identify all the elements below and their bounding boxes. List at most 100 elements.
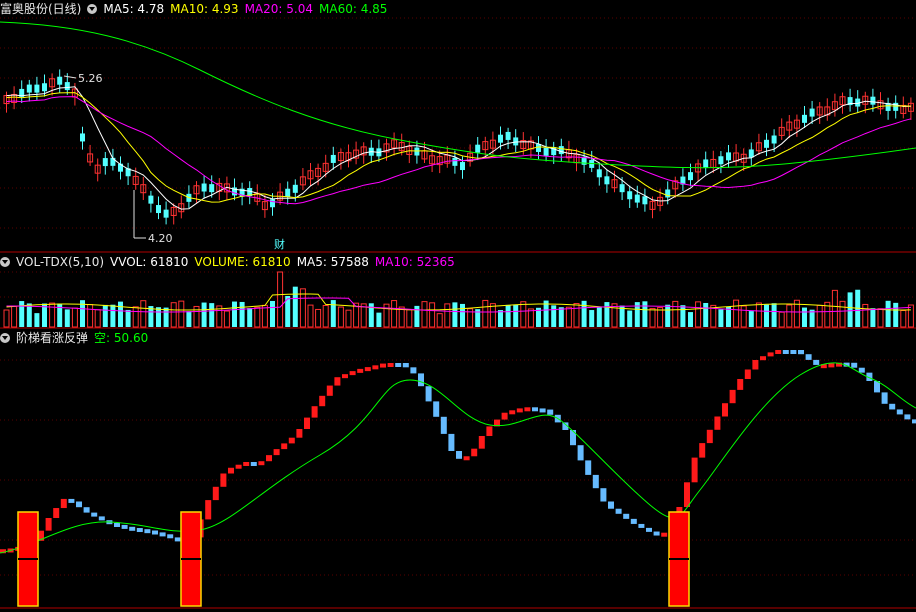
candle-down xyxy=(414,147,420,156)
volume-bar-down xyxy=(558,307,564,327)
candle-down xyxy=(80,133,85,142)
ma5-line xyxy=(6,86,911,210)
candle-down xyxy=(270,199,275,208)
candle-down xyxy=(163,209,169,218)
price-panel[interactable] xyxy=(0,21,916,239)
volume-bar-down xyxy=(239,301,245,327)
volume-bar-up xyxy=(831,289,838,328)
candle-down xyxy=(771,135,777,144)
volume-bar-up xyxy=(261,304,268,328)
volume-bar-down xyxy=(498,310,503,327)
ladder-step-up xyxy=(296,429,303,438)
volume-ma5: MA5: 57588 xyxy=(296,255,369,269)
volume-bar-up xyxy=(140,300,147,328)
ladder-step-up xyxy=(699,443,706,458)
ladder-step-up xyxy=(334,377,341,386)
volume-bar-up xyxy=(695,301,702,328)
candle-down xyxy=(475,144,481,153)
ladder-step-up xyxy=(714,416,721,430)
ladder-step-up xyxy=(828,363,835,368)
candle-down xyxy=(536,143,541,152)
volume-bar-up xyxy=(307,304,314,328)
candle-down xyxy=(596,169,602,178)
volume-bar-down xyxy=(232,301,237,327)
volume-bar-down xyxy=(680,305,686,327)
candle-down xyxy=(452,157,458,166)
ladder-step-down xyxy=(539,408,546,413)
volume-bar-up xyxy=(299,288,306,328)
ladder-title: 阶梯看涨反弹 xyxy=(16,331,89,345)
ladder-step-down xyxy=(577,445,584,461)
candle-down xyxy=(156,205,161,214)
volume-bar-up xyxy=(816,304,823,328)
ladder-step-up xyxy=(706,429,713,444)
volume-bar-up xyxy=(573,303,580,328)
dropdown-icon[interactable] xyxy=(87,4,98,14)
volume-bar-down xyxy=(19,301,25,327)
candle-down xyxy=(285,188,291,197)
volume-panel[interactable] xyxy=(3,271,914,328)
ladder-step-up xyxy=(212,486,219,501)
candle-down xyxy=(634,194,640,203)
ladder-step-down xyxy=(440,416,447,434)
ladder-step-up xyxy=(228,467,234,474)
ladder-step-down xyxy=(592,474,599,489)
dropdown-icon[interactable] xyxy=(0,333,10,343)
volume-bar-up xyxy=(345,309,352,328)
candle-down xyxy=(870,96,876,105)
volume-bar-down xyxy=(870,308,876,327)
ladder-step-down xyxy=(790,350,797,354)
volume-bar-down xyxy=(330,300,336,327)
grid-lines xyxy=(0,17,916,609)
volume-bar-up xyxy=(277,271,284,328)
volume-bar-down xyxy=(110,304,116,327)
volume-title: VOL-TDX(5,10) xyxy=(16,255,105,269)
ladder-step-up xyxy=(372,365,379,370)
ladder-header: 阶梯看涨反弹 空: 50.60 xyxy=(0,330,154,346)
ladder-step-down xyxy=(570,430,576,446)
candle-down xyxy=(764,139,769,148)
volume-bar-down xyxy=(452,302,458,327)
volume-bar-down xyxy=(718,309,724,327)
ladder-step-down xyxy=(418,373,424,387)
ladder-step-down xyxy=(805,354,812,360)
ladder-step-down xyxy=(896,409,903,415)
event-marker-label[interactable]: 财 xyxy=(274,237,285,251)
volume-bar-down xyxy=(885,300,891,327)
ladder-step-up xyxy=(53,508,60,518)
volume-bar-up xyxy=(254,306,261,328)
volume-bar-up xyxy=(406,309,413,328)
volume-bar-up xyxy=(755,302,762,328)
candle-down xyxy=(26,84,32,93)
ladder-step-up xyxy=(357,368,364,373)
volume-bar-down xyxy=(247,308,253,327)
ladder-step-down xyxy=(98,516,105,521)
volume-bar-down xyxy=(26,303,32,327)
ladder-step-down xyxy=(68,498,75,503)
volume-bar-up xyxy=(94,309,101,328)
ladder-value: 空: 50.60 xyxy=(94,331,149,345)
candle-down xyxy=(604,176,610,185)
ladder-step-up xyxy=(311,406,318,418)
low-price-label: 4.20 xyxy=(148,232,173,245)
ladder-panel[interactable] xyxy=(0,350,916,607)
ladder-step-up xyxy=(661,532,668,537)
ladder-step-up xyxy=(524,407,531,412)
ladder-step-down xyxy=(608,501,614,509)
volume-volume: VOLUME: 61810 xyxy=(194,255,291,269)
candle-down xyxy=(627,191,633,200)
ladder-step-down xyxy=(813,359,820,365)
chart-canvas: 5.26 4.20 财 xyxy=(0,17,916,609)
candle-down xyxy=(201,183,207,192)
candle-down xyxy=(748,149,754,158)
ladder-step-down xyxy=(433,401,440,417)
ladder-step-down xyxy=(456,451,462,459)
ladder-step-up xyxy=(501,412,508,420)
ladder-step-up xyxy=(349,371,356,376)
dropdown-icon[interactable] xyxy=(0,257,10,267)
candle-down xyxy=(57,76,63,85)
candle-down xyxy=(543,147,549,156)
candle-down xyxy=(703,159,709,168)
volume-bar-down xyxy=(513,304,519,327)
ladder-step-up xyxy=(288,437,295,444)
